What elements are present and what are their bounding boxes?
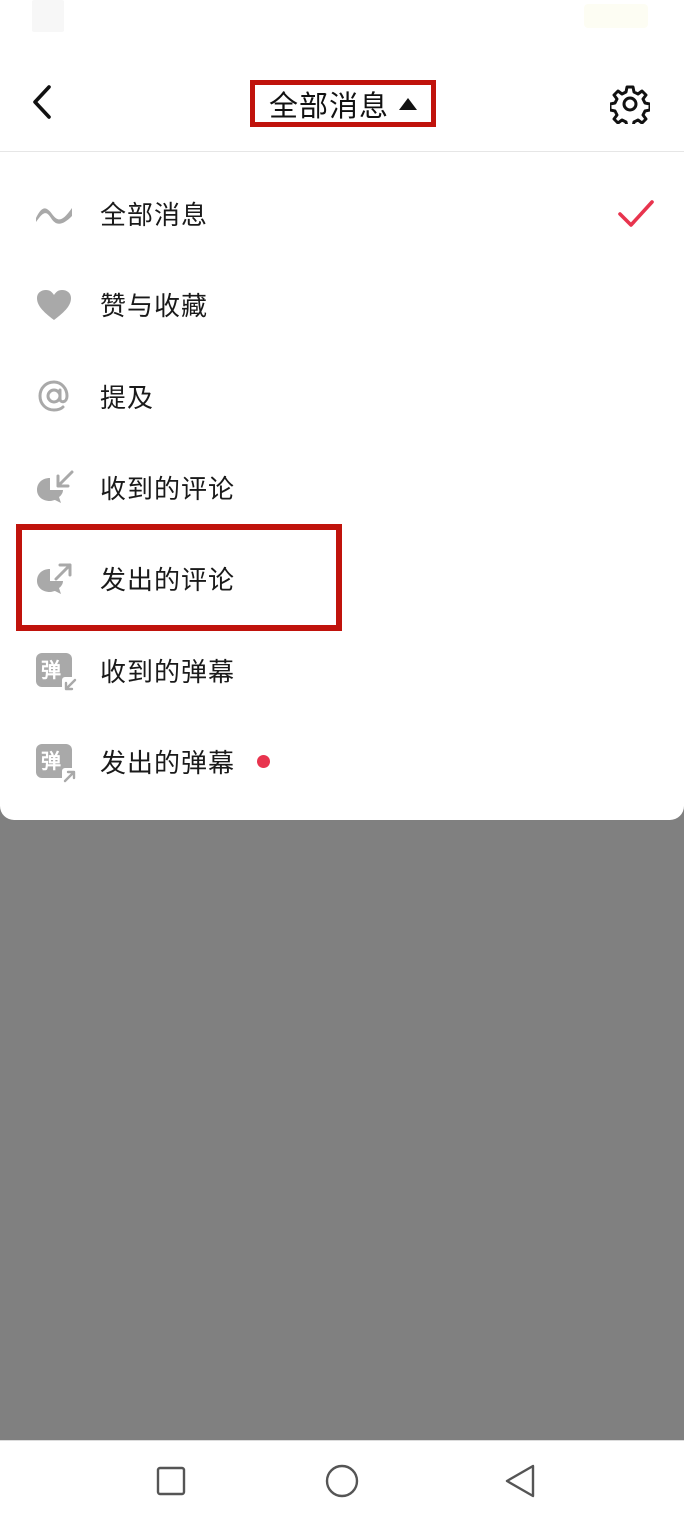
home-button[interactable] — [322, 1461, 362, 1501]
danmaku-icon-text: 弹 — [41, 748, 61, 773]
system-back-button[interactable] — [500, 1461, 540, 1501]
menu-item-likes-favorites[interactable]: 赞与收藏 — [0, 259, 684, 350]
menu-item-mentions[interactable]: 提及 — [0, 351, 684, 442]
message-filter-panel: 全部消息 全部消息 赞与收藏 提及 收到的评论 发出的评论 弹 收到的弹幕 弹 … — [0, 0, 684, 820]
recent-apps-button[interactable] — [151, 1461, 191, 1501]
circle-icon — [325, 1464, 359, 1498]
menu-item-label: 收到的评论 — [100, 475, 236, 506]
danmaku-icon-text: 弹 — [41, 657, 61, 682]
menu-item-label: 赞与收藏 — [100, 292, 209, 323]
title-dropdown[interactable]: 全部消息 — [250, 80, 436, 127]
comment-sent-icon — [32, 557, 76, 601]
wave-icon — [32, 192, 76, 236]
unread-dot-badge — [257, 754, 270, 768]
system-nav-bar — [0, 1440, 684, 1520]
menu-item-label: 全部消息 — [100, 201, 209, 232]
status-left-indicator — [32, 0, 64, 32]
danmaku-received-icon: 弹 — [32, 648, 78, 694]
top-header: 全部消息 — [0, 50, 684, 152]
square-icon — [156, 1466, 186, 1496]
at-icon — [32, 374, 76, 418]
menu-item-received-danmaku[interactable]: 弹 收到的弹幕 — [0, 624, 684, 715]
menu-item-label: 提及 — [100, 383, 155, 414]
menu-item-label: 发出的弹幕 — [100, 748, 236, 779]
heart-icon — [32, 283, 76, 327]
checkmark-icon — [618, 199, 654, 227]
caret-up-icon — [399, 97, 417, 110]
menu-item-received-comments[interactable]: 收到的评论 — [0, 442, 684, 533]
chevron-left-icon — [33, 85, 51, 119]
menu-item-all-messages[interactable]: 全部消息 — [0, 168, 684, 259]
menu-item-label: 收到的弹幕 — [100, 657, 236, 688]
triangle-back-icon — [505, 1464, 535, 1498]
comment-received-icon — [32, 466, 76, 510]
danmaku-sent-icon: 弹 — [32, 739, 78, 785]
menu-item-sent-comments[interactable]: 发出的评论 — [0, 533, 684, 624]
status-right-indicator — [584, 4, 648, 28]
status-bar — [0, 0, 684, 40]
page-title: 全部消息 — [268, 88, 389, 123]
settings-button[interactable] — [608, 82, 652, 126]
gear-icon — [610, 85, 650, 124]
menu-item-label: 发出的评论 — [100, 566, 236, 597]
filter-menu: 全部消息 赞与收藏 提及 收到的评论 发出的评论 弹 收到的弹幕 弹 发出的弹幕 — [0, 168, 684, 807]
menu-item-sent-danmaku[interactable]: 弹 发出的弹幕 — [0, 716, 684, 807]
back-button[interactable] — [20, 78, 64, 126]
